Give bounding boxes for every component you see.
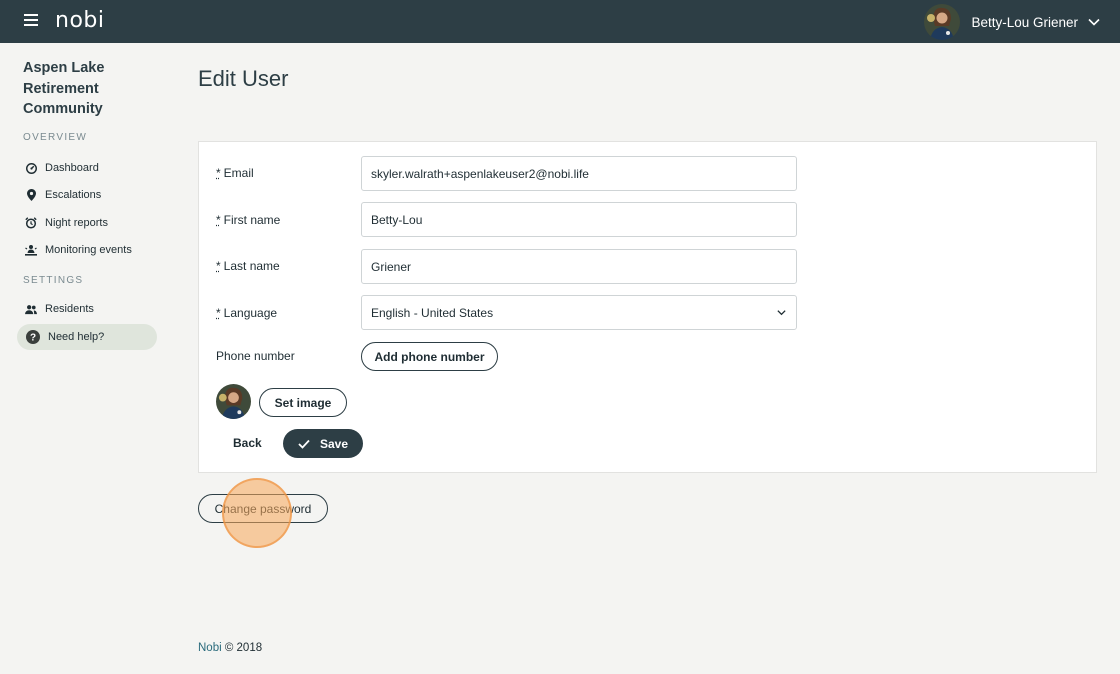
- monitor-person-icon: [25, 244, 37, 256]
- required-marker: *: [216, 166, 221, 180]
- sidebar-item-dashboard[interactable]: Dashboard: [17, 155, 157, 181]
- phone-number-label: Phone number: [216, 349, 295, 363]
- sidebar-item-residents[interactable]: Residents: [17, 296, 157, 322]
- footer: Nobi © 2018: [198, 642, 262, 654]
- sidebar-item-label: Night reports: [45, 217, 108, 229]
- sidebar-item-need-help[interactable]: ? Need help?: [17, 324, 157, 350]
- sidebar-item-label: Need help?: [48, 331, 105, 343]
- language-label-text: Language: [223, 306, 278, 320]
- sidebar-item-label: Escalations: [45, 189, 102, 201]
- set-image-button[interactable]: Set image: [259, 388, 347, 417]
- add-phone-number-button[interactable]: Add phone number: [361, 342, 498, 371]
- menu-icon[interactable]: [24, 14, 38, 28]
- change-password-button[interactable]: Change password: [198, 494, 328, 523]
- sidebar-item-escalations[interactable]: Escalations: [17, 182, 157, 208]
- chevron-down-icon: [1088, 18, 1100, 26]
- organization-name: Aspen Lake Retirement Community: [23, 60, 105, 117]
- svg-text:?: ?: [29, 333, 35, 344]
- first-name-label-text: First name: [223, 213, 281, 227]
- last-name-field[interactable]: [361, 249, 797, 284]
- footer-brand-link[interactable]: Nobi: [198, 642, 222, 654]
- required-marker: *: [216, 213, 221, 227]
- sidebar-item-label: Monitoring events: [45, 244, 132, 256]
- people-icon: [25, 303, 37, 315]
- email-label-text: Email: [223, 166, 254, 180]
- first-name-field[interactable]: [361, 202, 797, 237]
- sidebar-item-label: Residents: [45, 303, 94, 315]
- nobi-logo[interactable]: nobi: [55, 8, 104, 33]
- chevron-down-icon: [777, 310, 786, 316]
- top-bar: nobi Betty-Lou Griener: [0, 0, 1120, 43]
- dashboard-icon: [25, 162, 37, 174]
- required-marker: *: [216, 259, 221, 273]
- last-name-label: * Last name: [216, 259, 280, 273]
- user-avatar: [216, 384, 251, 419]
- overview-section-label: OVERVIEW: [23, 132, 88, 143]
- sidebar-item-monitoring-events[interactable]: Monitoring events: [17, 237, 157, 263]
- checkmark-icon: [298, 439, 310, 449]
- language-select[interactable]: English - United States: [361, 295, 797, 330]
- save-button[interactable]: Save: [283, 429, 363, 458]
- avatar: [924, 4, 961, 40]
- back-button[interactable]: Back: [233, 436, 262, 450]
- save-button-label: Save: [319, 436, 349, 451]
- location-pin-icon: [25, 189, 37, 201]
- help-icon: ?: [25, 330, 40, 345]
- user-name: Betty-Lou Griener: [971, 14, 1078, 30]
- email-field[interactable]: [361, 156, 797, 191]
- first-name-label: * First name: [216, 213, 280, 227]
- user-menu[interactable]: Betty-Lou Griener: [924, 4, 1100, 40]
- last-name-label-text: Last name: [223, 259, 280, 273]
- required-marker: *: [216, 306, 221, 320]
- alarm-clock-icon: [25, 217, 37, 229]
- settings-section-label: SETTINGS: [23, 275, 84, 286]
- footer-copyright: © 2018: [224, 642, 263, 654]
- sidebar-item-night-reports[interactable]: Night reports: [17, 210, 157, 236]
- language-label: * Language: [216, 306, 277, 320]
- page-title: Edit User: [198, 66, 289, 91]
- email-label: * Email: [216, 166, 254, 180]
- sidebar-item-label: Dashboard: [45, 162, 99, 174]
- language-selected-value: English - United States: [371, 305, 494, 320]
